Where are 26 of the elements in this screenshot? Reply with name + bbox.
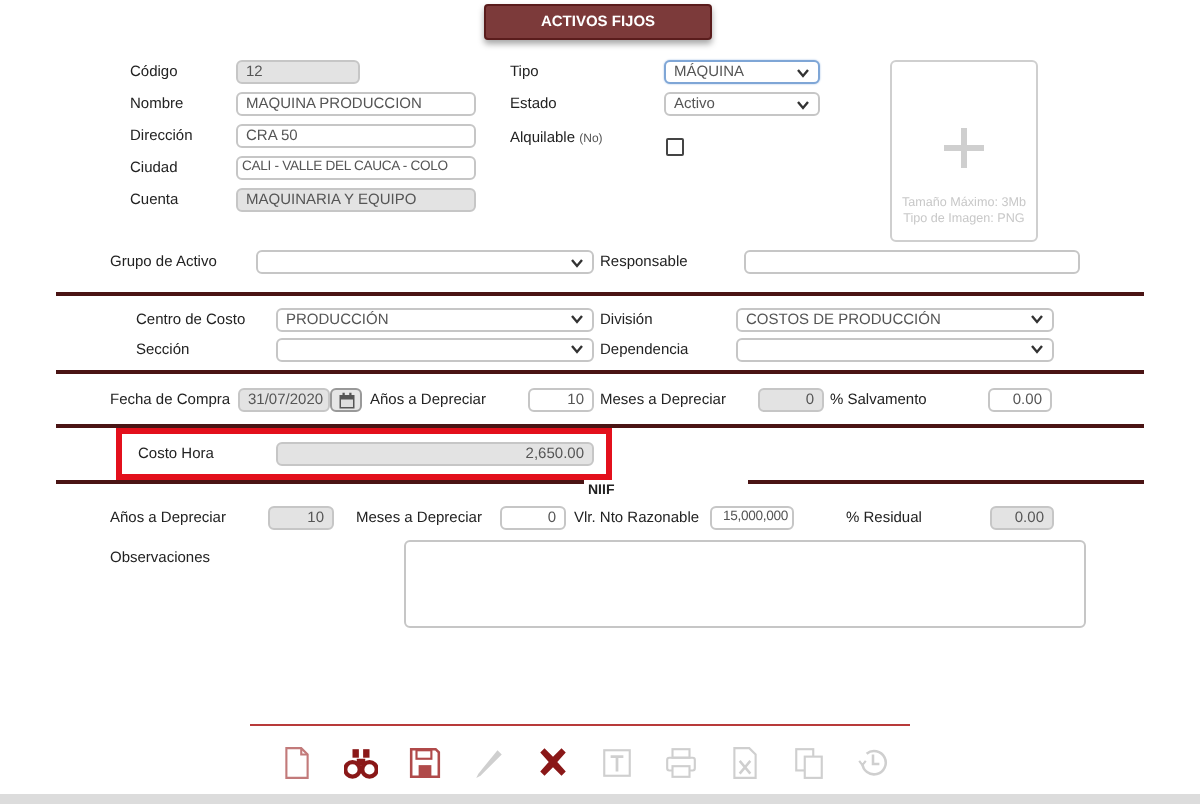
select-field[interactable] [736,337,1054,361]
binoculars-icon [344,746,378,781]
caret-icon [1030,314,1044,324]
spreadsheet-icon [728,746,762,781]
copy-icon [792,746,826,781]
caret-icon [570,314,584,324]
select-field[interactable] [276,337,594,361]
text-icon [600,746,634,781]
caret-icon [570,344,584,354]
plus-icon [940,124,988,172]
caret-icon [796,67,810,77]
calendar-icon [337,391,355,409]
calendar-button[interactable] [330,388,362,412]
caret-icon [796,99,810,109]
caret-icon [570,257,584,267]
delete-icon [536,746,570,781]
select-field[interactable] [256,250,594,274]
file-icon [280,746,314,781]
save-icon [408,746,442,781]
caret-icon [1030,344,1044,354]
printer-icon [664,746,698,781]
history-icon [856,746,890,781]
textarea-field[interactable] [404,540,1086,628]
checkbox[interactable] [666,138,684,156]
pencil-icon [472,746,506,781]
input-field[interactable] [744,250,1080,274]
